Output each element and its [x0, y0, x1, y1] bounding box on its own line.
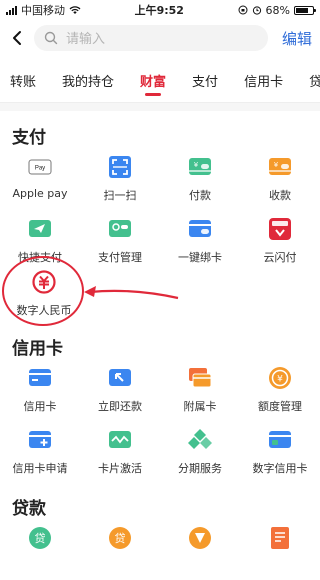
- service-label: 信用卡: [23, 400, 57, 413]
- service-credit-card[interactable]: 信用卡: [0, 358, 80, 420]
- quick-pay-icon: [29, 220, 51, 237]
- tab-loan[interactable]: 贷: [309, 64, 320, 102]
- service-pay-management[interactable]: 支付管理: [80, 209, 160, 271]
- tab-transfer[interactable]: 转账: [10, 64, 36, 102]
- tab-holdings[interactable]: 我的持仓: [62, 64, 114, 102]
- loan-grid: 贷 贷: [0, 518, 320, 580]
- svg-text:贷: 贷: [115, 531, 126, 545]
- service-label: 额度管理: [258, 400, 302, 413]
- card-activate-icon: [109, 431, 131, 448]
- service-card-activate[interactable]: 卡片激活: [80, 420, 160, 482]
- edit-button[interactable]: 编辑: [282, 28, 312, 49]
- search-box[interactable]: [34, 25, 268, 51]
- search-icon: [44, 31, 58, 45]
- svg-text:¥: ¥: [194, 161, 199, 169]
- service-apple-pay[interactable]: Pay Apple pay: [0, 147, 80, 209]
- orientation-lock-icon: [238, 5, 248, 15]
- digital-credit-card-icon: [269, 431, 291, 448]
- service-bind-card[interactable]: 一键绑卡: [160, 209, 240, 271]
- time-label: 上午9:52: [134, 4, 184, 17]
- service-scan[interactable]: 扫一扫: [80, 147, 160, 209]
- section-title-pay: 支付: [12, 128, 46, 148]
- section-title-credit: 信用卡: [12, 339, 63, 359]
- svg-text:¥: ¥: [274, 161, 279, 169]
- loan-green-icon: 贷: [29, 527, 51, 549]
- svg-text:Pay: Pay: [35, 166, 45, 172]
- divider: [0, 103, 320, 111]
- service-label: 云闪付: [263, 251, 297, 264]
- cloud-quickpass-icon: [269, 218, 291, 240]
- service-receive[interactable]: ¥ 收款: [240, 147, 320, 209]
- service-supplementary-card[interactable]: 附属卡: [160, 358, 240, 420]
- service-loan-1[interactable]: 贷: [0, 518, 80, 580]
- tab-credit-card[interactable]: 信用卡: [244, 64, 283, 102]
- loan-document-icon: [271, 527, 289, 549]
- service-label: 信用卡申请: [12, 462, 68, 475]
- category-tabs: 转账 我的持仓 财富 支付 信用卡 贷: [0, 64, 320, 103]
- svg-text:¥: ¥: [277, 375, 283, 385]
- card-apply-icon: [29, 431, 51, 448]
- service-label: 立即还款: [98, 400, 142, 413]
- service-label: 收款: [269, 189, 291, 202]
- battery-percent: 68%: [265, 3, 290, 17]
- bind-card-icon: [189, 220, 211, 237]
- service-label: 扫一扫: [103, 189, 137, 202]
- service-label: 支付管理: [98, 251, 142, 264]
- service-label: 卡片激活: [98, 462, 142, 475]
- tab-pay[interactable]: 支付: [192, 64, 218, 102]
- alarm-icon: [252, 6, 261, 15]
- limit-management-icon: ¥: [269, 367, 291, 389]
- service-installment[interactable]: 分期服务: [160, 420, 240, 482]
- annotation-arrow: [84, 286, 179, 300]
- tab-wealth[interactable]: 财富: [140, 64, 166, 102]
- search-input[interactable]: [64, 29, 258, 47]
- service-limit-management[interactable]: ¥ 额度管理: [240, 358, 320, 420]
- receive-money-icon: ¥: [269, 158, 291, 175]
- carrier-label: 中国移动: [21, 4, 65, 17]
- service-payment[interactable]: ¥ 付款: [160, 147, 240, 209]
- service-label: 分期服务: [178, 462, 222, 475]
- header: 编辑: [0, 22, 320, 54]
- section-title-loan: 贷款: [12, 499, 46, 519]
- service-cloud-quickpass[interactable]: 云闪付: [240, 209, 320, 271]
- repay-icon: [109, 369, 131, 386]
- service-label: 一键绑卡: [178, 251, 222, 264]
- credit-card-icon: [29, 369, 51, 386]
- loan-shield-icon: [189, 527, 211, 549]
- wifi-icon: [69, 5, 81, 14]
- credit-grid: 信用卡 立即还款 附属卡 ¥ 额度管理 信用卡申请 卡片激活 分期服务 数字信用: [0, 358, 320, 482]
- svg-text:贷: 贷: [35, 531, 46, 545]
- service-loan-3[interactable]: [160, 518, 240, 580]
- status-bar: 中国移动 上午9:52 68%: [0, 0, 320, 20]
- service-label: 付款: [189, 189, 211, 202]
- installment-icon: [188, 429, 212, 449]
- pay-grid: Pay Apple pay 扫一扫 ¥ 付款 ¥ 收款 快捷支付 支付管理 一键…: [0, 147, 320, 271]
- service-card-apply[interactable]: 信用卡申请: [0, 420, 80, 482]
- apple-pay-card-icon: Pay: [28, 159, 52, 175]
- signal-icon: [6, 5, 17, 15]
- supplementary-card-icon: [189, 368, 212, 388]
- scan-icon: [109, 156, 131, 178]
- service-label: Apple pay: [12, 187, 68, 200]
- pay-management-icon: [109, 220, 131, 237]
- digital-rmb-icon: [32, 270, 56, 294]
- service-digital-rmb[interactable]: 数字人民币: [4, 262, 84, 324]
- loan-orange-icon: 贷: [109, 527, 131, 549]
- service-repay[interactable]: 立即还款: [80, 358, 160, 420]
- battery-icon: [293, 5, 316, 15]
- back-button[interactable]: [8, 29, 26, 47]
- service-loan-4[interactable]: [240, 518, 320, 580]
- service-digital-credit-card[interactable]: 数字信用卡: [240, 420, 320, 482]
- payment-card-icon: ¥: [189, 158, 211, 175]
- service-label: 数字信用卡: [252, 462, 308, 475]
- service-label: 附属卡: [183, 400, 217, 413]
- service-label: 数字人民币: [16, 304, 72, 317]
- chevron-left-icon: [13, 31, 21, 45]
- service-loan-2[interactable]: 贷: [80, 518, 160, 580]
